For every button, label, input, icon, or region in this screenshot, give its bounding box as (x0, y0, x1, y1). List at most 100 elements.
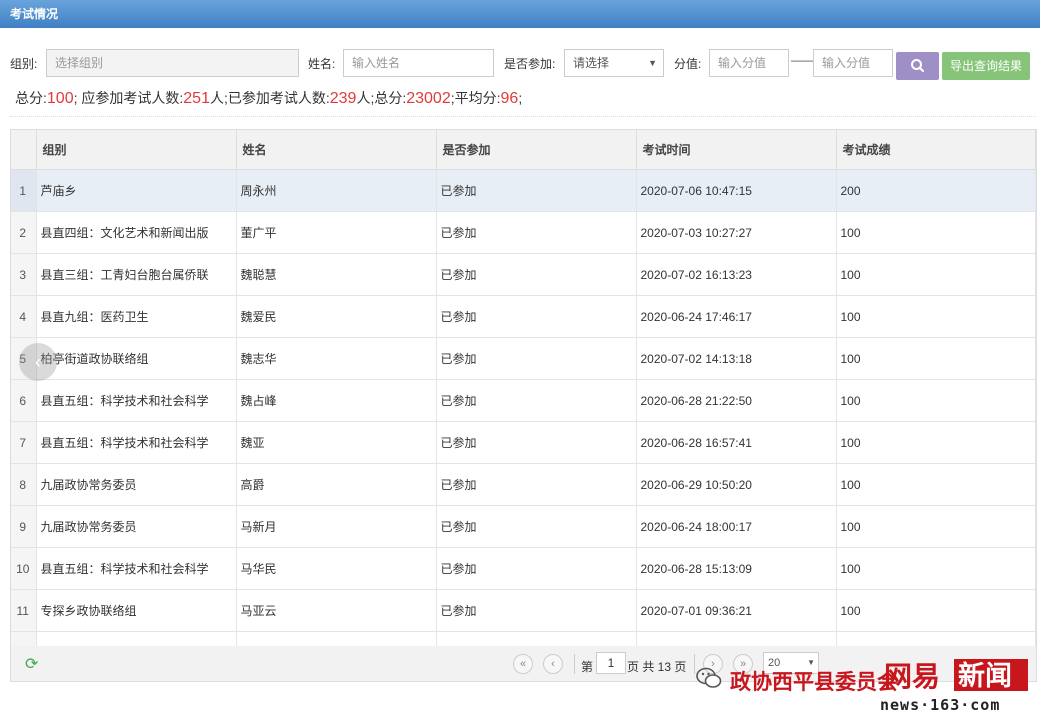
chevron-left-icon[interactable]: ‹ (19, 343, 57, 381)
divider (10, 116, 1036, 117)
cell-group: 县直四组：文化艺术和新闻出版 (36, 211, 237, 254)
chevron-left-icon[interactable]: ‹ (543, 654, 563, 674)
table-row[interactable]: 2 县直四组：文化艺术和新闻出版 董广平 已参加 2020-07-03 10:2… (11, 211, 1036, 254)
score-max-input[interactable]: 输入分值 (813, 49, 893, 77)
cell-status: 已参加 (436, 337, 637, 380)
table-row[interactable]: 7 县直五组：科学技术和社会科学 魏亚 已参加 2020-06-28 16:57… (11, 421, 1036, 464)
netease-news-logo: 网易 新闻 (884, 659, 1028, 693)
row-number: 6 (11, 379, 37, 422)
export-button[interactable]: 导出查询结果 (942, 52, 1030, 80)
cell-score: 100 (836, 295, 1036, 338)
column-header-exam-score[interactable]: 考试成绩 (836, 130, 1036, 170)
table-row[interactable]: 6 县直五组：科学技术和社会科学 魏占峰 已参加 2020-06-28 21:2… (11, 379, 1036, 422)
group-label: 组别: (10, 57, 38, 71)
name-label: 姓名: (308, 57, 336, 71)
row-number: 10 (11, 547, 37, 590)
table-row[interactable]: 10 县直五组：科学技术和社会科学 马华民 已参加 2020-06-28 15:… (11, 547, 1036, 590)
table-row[interactable]: 5 柏亭街道政协联络组 魏志华 已参加 2020-07-02 14:13:18 … (11, 337, 1036, 380)
table-row[interactable]: 3 县直三组：工青妇台胞台属侨联 魏聪慧 已参加 2020-07-02 16:1… (11, 253, 1036, 296)
pager-divider (694, 654, 695, 674)
watermark-url: news·163·com (880, 696, 1001, 714)
column-header-group[interactable]: 组别 (36, 130, 237, 170)
score-summary: 总分:100; 应参加考试人数:251人;已参加考试人数:239人;总分:230… (15, 88, 522, 108)
cell-status: 已参加 (436, 421, 637, 464)
cell-name: 董广平 (236, 211, 437, 254)
search-button[interactable] (896, 52, 939, 80)
cell-score: 100 (836, 379, 1036, 422)
cell-group: 柏亭街道政协联络组 (36, 337, 237, 380)
cell-group: 芦庙乡 (36, 169, 237, 212)
cell-name: 高爵 (236, 463, 437, 506)
table-row[interactable]: 4 县直九组：医药卫生 魏爱民 已参加 2020-06-24 17:46:17 … (11, 295, 1036, 338)
cell-group: 九届政协常务委员 (36, 463, 237, 506)
double-chevron-left-icon[interactable]: « (513, 654, 533, 674)
cell-status: 已参加 (436, 505, 637, 548)
participate-value: 请选择 (573, 56, 610, 70)
cell-status: 已参加 (436, 211, 637, 254)
avg-value: 96 (500, 90, 519, 107)
cell-score: 100 (836, 421, 1036, 464)
cell-time: 2020-06-24 17:46:17 (636, 295, 837, 338)
cell-name: 魏聪慧 (236, 253, 437, 296)
group-select[interactable]: 选择组别 (46, 49, 299, 77)
cell-name: 周永州 (236, 169, 437, 212)
name-input[interactable]: 输入姓名 (343, 49, 494, 77)
row-number: 9 (11, 505, 37, 548)
wechat-icon (696, 667, 722, 688)
row-number-header (11, 130, 37, 170)
cell-name: 魏爱民 (236, 295, 437, 338)
table-row[interactable]: 1 芦庙乡 周永州 已参加 2020-07-06 10:47:15 200 (11, 169, 1036, 212)
caret-down-icon: ▼ (648, 58, 657, 68)
cell-time: 2020-06-28 16:57:41 (636, 421, 837, 464)
participated-value: 239 (329, 90, 357, 107)
score-separator: —— (791, 53, 815, 67)
total-value: 100 (46, 90, 74, 107)
avg-label: ;平均分: (450, 90, 501, 106)
cell-score: 100 (836, 211, 1036, 254)
cell-status: 已参加 (436, 589, 637, 632)
cell-time: 2020-06-28 15:13:09 (636, 547, 837, 590)
participate-select[interactable]: 请选择 ▼ (564, 49, 664, 77)
cell-group: 县直五组：科学技术和社会科学 (36, 547, 237, 590)
cell-group: 县直九组：医药卫生 (36, 295, 237, 338)
total-label: 总分: (15, 90, 47, 106)
cell-time: 2020-07-06 10:47:15 (636, 169, 837, 212)
cell-name: 马亚云 (236, 589, 437, 632)
cell-group: 县直五组：科学技术和社会科学 (36, 379, 237, 422)
cell-score: 100 (836, 463, 1036, 506)
table-row[interactable]: 11 专探乡政协联络组 马亚云 已参加 2020-07-01 09:36:21 … (11, 589, 1036, 632)
filter-bar: 组别: 选择组别 姓名: 输入姓名 是否参加: 请选择 ▼ 分值: 输入分值 —… (0, 47, 1040, 79)
cell-score: 200 (836, 169, 1036, 212)
cell-status: 已参加 (436, 295, 637, 338)
table-row[interactable]: 8 九届政协常务委员 高爵 已参加 2020-06-29 10:50:20 10… (11, 463, 1036, 506)
row-number: 11 (11, 589, 37, 632)
cell-status: 已参加 (436, 463, 637, 506)
row-number: 3 (11, 253, 37, 296)
cell-name: 魏占峰 (236, 379, 437, 422)
window-title: 考试情况 (0, 0, 1040, 28)
column-header-participated[interactable]: 是否参加 (436, 130, 637, 170)
column-header-name[interactable]: 姓名 (236, 130, 437, 170)
table-header: 组别 姓名 是否参加 考试时间 考试成绩 (11, 130, 1036, 170)
page-prefix: 第 (581, 660, 594, 674)
cell-time: 2020-07-03 10:27:27 (636, 211, 837, 254)
row-number: 2 (11, 211, 37, 254)
cell-time: 2020-06-24 18:00:17 (636, 505, 837, 548)
cell-score: 100 (836, 589, 1036, 632)
svg-text:新闻: 新闻 (958, 660, 1012, 692)
refresh-icon[interactable]: ⟳ (25, 654, 38, 674)
table-row[interactable]: 9 九届政协常务委员 马新月 已参加 2020-06-24 18:00:17 1… (11, 505, 1036, 548)
row-number: 4 (11, 295, 37, 338)
pager-divider (574, 654, 575, 674)
search-icon (911, 59, 925, 73)
score-min-input[interactable]: 输入分值 (709, 49, 789, 77)
row-number: 8 (11, 463, 37, 506)
cell-score: 100 (836, 505, 1036, 548)
cell-status: 已参加 (436, 379, 637, 422)
expected-label: ; 应参加考试人数: (73, 90, 184, 106)
page-number-input[interactable]: 1 (596, 652, 626, 674)
results-table: 组别 姓名 是否参加 考试时间 考试成绩 1 芦庙乡 周永州 已参加 2020-… (10, 129, 1037, 675)
cell-status: 已参加 (436, 169, 637, 212)
cell-name: 马华民 (236, 547, 437, 590)
column-header-exam-time[interactable]: 考试时间 (636, 130, 837, 170)
